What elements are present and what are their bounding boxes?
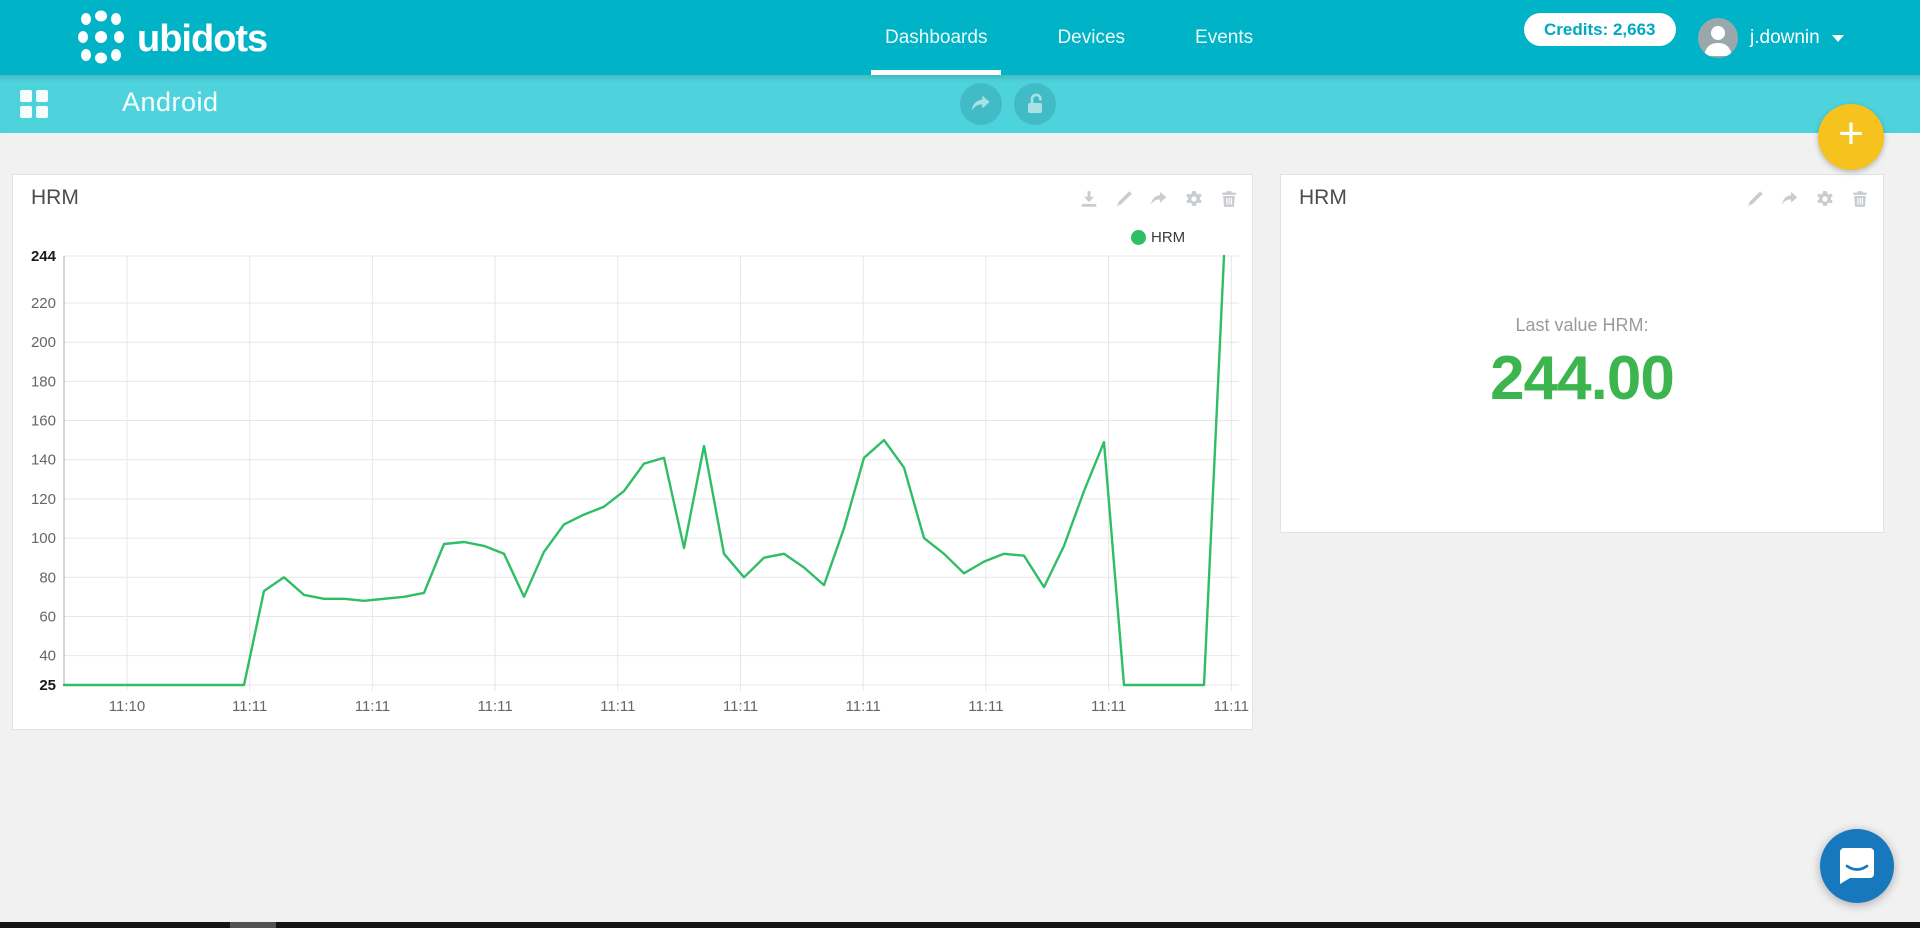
main-nav: Dashboards Devices Events [885, 0, 1253, 75]
svg-text:11:11: 11:11 [1091, 698, 1126, 715]
svg-text:11:11: 11:11 [723, 698, 758, 715]
hrm-chart-widget: HRM HRM 11:1011:1111:1111:1111:1111:1111… [12, 174, 1253, 730]
nav-tab-dashboards[interactable]: Dashboards [885, 0, 987, 75]
dashboard-title: Android [122, 87, 219, 118]
hrm-line-chart[interactable]: 11:10 11:11 11:11 11:11 11:11 11:11 11:11 11:11… [13, 175, 1254, 731]
edit-icon[interactable] [1746, 190, 1764, 208]
metric-widget-toolbar [1746, 190, 1869, 208]
svg-text:11:11: 11:11 [600, 698, 635, 715]
add-widget-button[interactable]: + [1818, 104, 1884, 170]
brand-name: ubidots [137, 18, 267, 61]
nav-tab-devices[interactable]: Devices [1057, 0, 1125, 75]
svg-text:60: 60 [39, 608, 56, 625]
svg-text:11:11: 11:11 [232, 698, 267, 715]
nav-tab-events[interactable]: Events [1195, 0, 1253, 75]
widget-title: HRM [1299, 186, 1347, 210]
svg-text:11:11: 11:11 [355, 698, 390, 715]
unlock-icon [1025, 93, 1045, 115]
last-value-number: 244.00 [1281, 343, 1883, 414]
last-value-caption: Last value HRM: [1281, 315, 1883, 336]
svg-text:25: 25 [39, 677, 56, 694]
svg-text:220: 220 [31, 295, 56, 312]
ubidots-logo-icon [75, 9, 127, 70]
svg-text:11:11: 11:11 [477, 698, 512, 715]
share-icon[interactable] [1781, 190, 1799, 208]
svg-text:120: 120 [31, 491, 56, 508]
svg-text:11:10: 11:10 [109, 698, 145, 715]
username: j.downin [1750, 27, 1820, 49]
svg-text:100: 100 [31, 530, 56, 547]
chevron-down-icon [1832, 35, 1844, 42]
dashboard-header-bar: Android [0, 75, 1920, 133]
svg-text:140: 140 [31, 452, 56, 469]
svg-text:11:11: 11:11 [968, 698, 1003, 715]
svg-text:200: 200 [31, 334, 56, 351]
svg-text:11:11: 11:11 [846, 698, 881, 715]
delete-icon[interactable] [1851, 190, 1869, 208]
svg-text:80: 80 [39, 569, 56, 586]
chat-bubble-icon [1838, 846, 1876, 886]
share-icon [970, 94, 992, 114]
settings-icon[interactable] [1816, 190, 1834, 208]
lock-dashboard-button[interactable] [1014, 83, 1056, 125]
svg-text:40: 40 [39, 648, 56, 665]
bottom-strip-segment [230, 922, 276, 928]
user-menu[interactable]: j.downin [1698, 0, 1844, 75]
svg-text:180: 180 [31, 373, 56, 390]
top-navigation-bar: ubidots Dashboards Devices Events Credit… [0, 0, 1920, 75]
svg-text:160: 160 [31, 413, 56, 430]
bottom-task-strip [0, 922, 1920, 928]
ubidots-logo[interactable]: ubidots [75, 9, 267, 70]
chat-launcher-button[interactable] [1820, 829, 1894, 903]
dashboards-grid-icon[interactable] [20, 90, 48, 118]
avatar [1698, 18, 1738, 58]
credits-badge[interactable]: Credits: 2,663 [1524, 13, 1676, 46]
svg-text:244: 244 [31, 248, 57, 265]
svg-text:11:11: 11:11 [1214, 698, 1249, 715]
share-dashboard-button[interactable] [960, 83, 1002, 125]
hrm-metric-widget: HRM Last value HRM: 244.00 [1280, 174, 1884, 533]
